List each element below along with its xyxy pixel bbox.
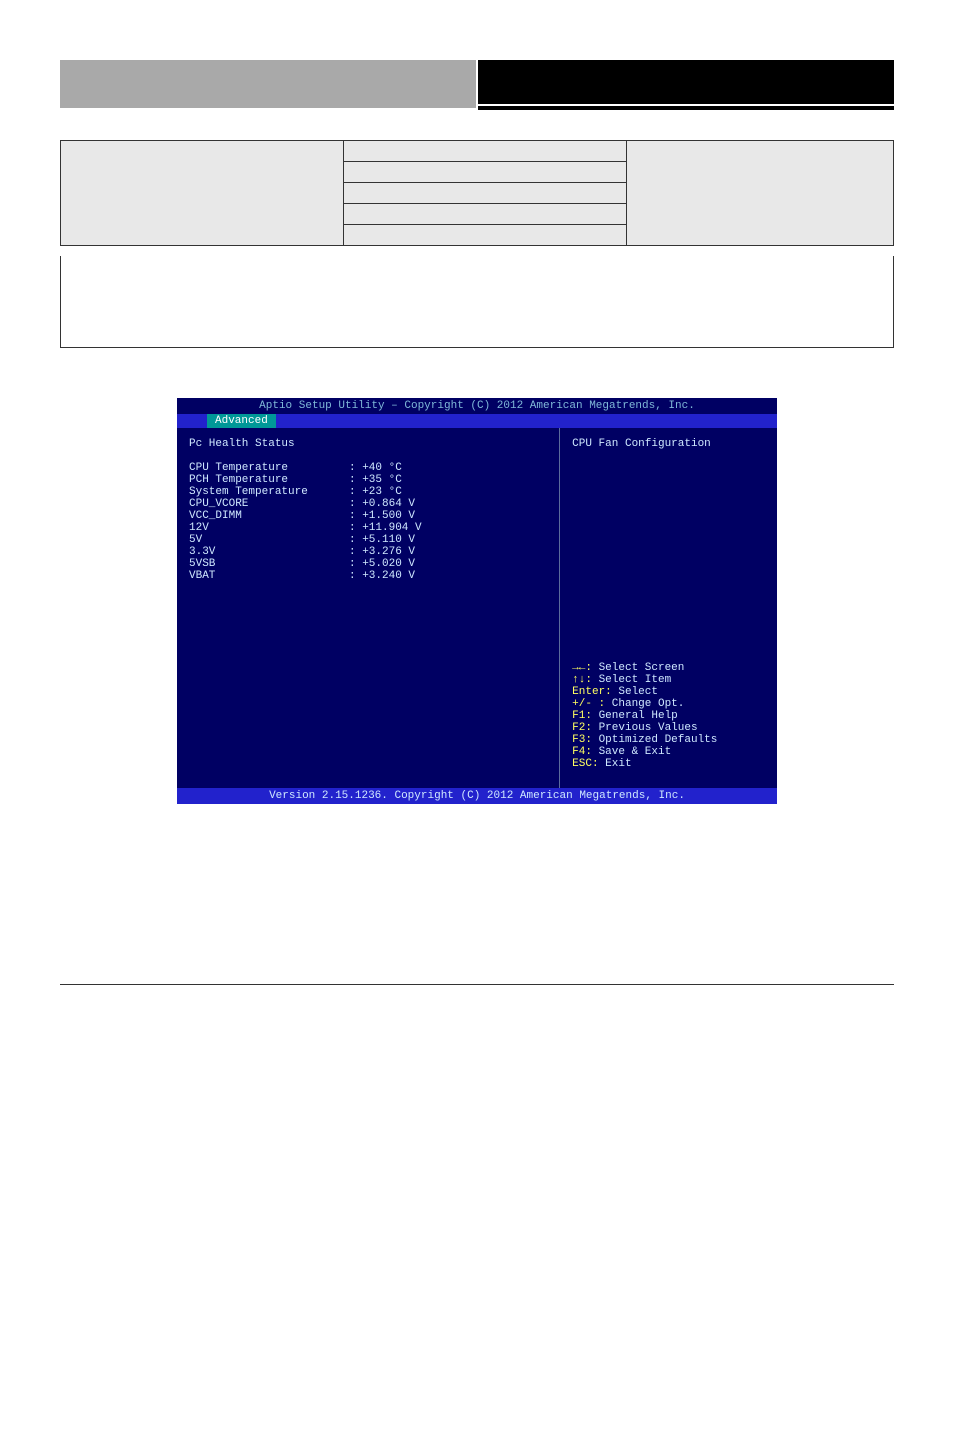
bios-title-bar: Aptio Setup Utility – Copyright (C) 2012… xyxy=(177,398,777,414)
bios-row-val: : +0.864 V xyxy=(349,498,415,510)
bios-left-panel[interactable]: Pc Health Status CPU Temperature : +40 °… xyxy=(177,428,559,788)
bios-row-5vsb: 5VSB : +5.020 V xyxy=(189,558,547,570)
help-select: Enter: Select xyxy=(572,686,765,698)
bios-row-3p3v: 3.3V : +3.276 V xyxy=(189,546,547,558)
bios-row-vcc-dimm: VCC_DIMM : +1.500 V xyxy=(189,510,547,522)
bios-row-key: System Temperature xyxy=(189,486,349,498)
note-box xyxy=(60,256,894,348)
bios-row-key: 5V xyxy=(189,534,349,546)
menu-tab-advanced[interactable]: Advanced xyxy=(207,414,276,428)
bios-row-val: : +11.904 V xyxy=(349,522,422,534)
bios-row-key: PCH Temperature xyxy=(189,474,349,486)
spec-option-0 xyxy=(344,141,627,162)
bios-row-pch-temp: PCH Temperature : +35 °C xyxy=(189,474,547,486)
bios-row-12v: 12V : +11.904 V xyxy=(189,522,547,534)
bios-row-key: VCC_DIMM xyxy=(189,510,349,522)
help-change-opt: +/- : Change Opt. xyxy=(572,698,765,710)
bios-row-key: CPU Temperature xyxy=(189,462,349,474)
spec-option-1 xyxy=(344,162,627,183)
bios-row-cpu-vcore: CPU_VCORE : +0.864 V xyxy=(189,498,547,510)
bios-row-val: : +5.020 V xyxy=(349,558,415,570)
help-exit: ESC: Exit xyxy=(572,758,765,770)
help-opt-defaults: F3: Optimized Defaults xyxy=(572,734,765,746)
bios-row-key: VBAT xyxy=(189,570,349,582)
spec-table xyxy=(60,140,894,246)
bios-row-val: : +1.500 V xyxy=(349,510,415,522)
bios-help-title: CPU Fan Configuration xyxy=(572,438,765,450)
bios-wrapper: Aptio Setup Utility – Copyright (C) 2012… xyxy=(60,398,894,804)
bios-row-key: 3.3V xyxy=(189,546,349,558)
bios-row-val: : +3.276 V xyxy=(349,546,415,558)
help-save-exit: F4: Save & Exit xyxy=(572,746,765,758)
spec-option-3 xyxy=(344,204,627,225)
header-bar xyxy=(60,60,894,110)
bios-row-val: : +23 °C xyxy=(349,486,402,498)
bios-row-val: : +3.240 V xyxy=(349,570,415,582)
header-left xyxy=(60,60,478,110)
bios-row-val: : +40 °C xyxy=(349,462,402,474)
bios-row-key: CPU_VCORE xyxy=(189,498,349,510)
bios-row-cpu-temp: CPU Temperature : +40 °C xyxy=(189,462,547,474)
spec-option-2 xyxy=(344,183,627,204)
bios-row-key: 12V xyxy=(189,522,349,534)
spec-row xyxy=(61,141,894,162)
bios-row-key: 5VSB xyxy=(189,558,349,570)
spec-desc xyxy=(627,141,894,246)
bios-screen: Aptio Setup Utility – Copyright (C) 2012… xyxy=(177,398,777,804)
help-prev-values: F2: Previous Values xyxy=(572,722,765,734)
spec-label xyxy=(61,141,344,246)
bios-row-sys-temp: System Temperature : +23 °C xyxy=(189,486,547,498)
bios-menu-bar[interactable]: Advanced xyxy=(177,414,777,428)
bios-row-5v: 5V : +5.110 V xyxy=(189,534,547,546)
spec-option-4 xyxy=(344,225,627,246)
bios-row-vbat: VBAT : +3.240 V xyxy=(189,570,547,582)
bios-row-val: : +5.110 V xyxy=(349,534,415,546)
bios-body: Pc Health Status CPU Temperature : +40 °… xyxy=(177,428,777,788)
help-select-item: ↑↓: Select Item xyxy=(572,674,765,686)
help-general-help: F1: General Help xyxy=(572,710,765,722)
bios-help-keys: →←: Select Screen ↑↓: Select Item Enter:… xyxy=(572,662,765,778)
help-select-screen: →←: Select Screen xyxy=(572,662,765,674)
bios-right-panel: CPU Fan Configuration →←: Select Screen … xyxy=(559,428,777,788)
bios-row-val: : +35 °C xyxy=(349,474,402,486)
header-right xyxy=(478,60,894,110)
bios-version-bar: Version 2.15.1236. Copyright (C) 2012 Am… xyxy=(177,788,777,804)
page-footer xyxy=(60,984,894,991)
bios-section-title: Pc Health Status xyxy=(189,438,547,450)
